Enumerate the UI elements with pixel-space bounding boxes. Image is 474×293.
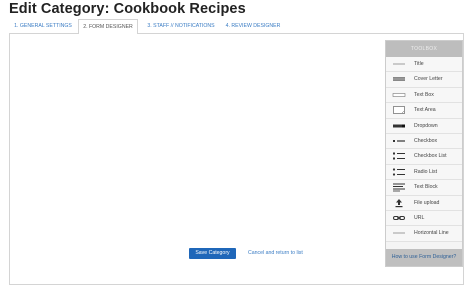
toolbox-item-label: Cover Letter — [414, 76, 443, 83]
toolbox-item-radio-list[interactable]: Radio List — [386, 164, 462, 181]
text-box-icon — [392, 92, 406, 97]
toolbox-item-label: File upload — [414, 199, 440, 206]
title-line-icon — [393, 63, 405, 65]
save-category-button[interactable]: Save Category — [189, 248, 236, 259]
tab-review-designer[interactable]: 4. REVIEW DESIGNER — [222, 20, 284, 33]
horizontal-line-icon — [393, 232, 405, 234]
text-block-icon — [393, 183, 405, 192]
cover-letter-icon — [393, 77, 405, 82]
toolbox-item-text-block[interactable]: Text Block — [386, 180, 462, 196]
form-designer-panel: Save Category Cancel and return to list … — [9, 33, 464, 285]
toolbox-item-label: Title — [414, 61, 424, 67]
toolbox-item-label: Horizontal Line — [414, 230, 449, 237]
toolbox-item-text-area[interactable]: Text Area — [386, 103, 462, 119]
toolbox-item-checkbox[interactable]: Checkbox — [386, 133, 462, 150]
form-canvas[interactable]: Save Category Cancel and return to list — [17, 41, 384, 277]
toolbox-item-label: Checkbox List — [414, 153, 447, 160]
toolbox-item-label: URL — [414, 214, 425, 221]
link-icon — [393, 215, 405, 220]
toolbox-item-horizontal-line[interactable]: Horizontal Line — [386, 226, 462, 242]
toolbox-item-checkbox-list[interactable]: Checkbox List — [386, 149, 462, 165]
form-designer-help-link[interactable]: How to use Form Designer? — [386, 249, 462, 266]
toolbox-item-label: Text Block — [414, 184, 438, 191]
toolbox-header: TOOLBOX — [386, 41, 462, 57]
tab-bar: 1. GENERAL SETTINGS 2. FORM DESIGNER 3. … — [9, 19, 465, 34]
tab-staff-notifications[interactable]: 3. STAFF // NOTIFICATIONS — [142, 20, 220, 33]
dropdown-icon — [393, 124, 405, 128]
toolbox-item-cover-letter[interactable]: Cover Letter — [386, 72, 462, 88]
toolbox-item-dropdown[interactable]: Dropdown — [386, 118, 462, 134]
cancel-link[interactable]: Cancel and return to list — [248, 248, 303, 259]
toolbox-item-file-upload[interactable]: File upload — [386, 195, 462, 211]
toolbox-item-title[interactable]: Title — [386, 57, 462, 73]
checkbox-list-icon — [393, 152, 405, 160]
toolbox-item-url[interactable]: URL — [386, 210, 462, 227]
tab-form-designer[interactable]: 2. FORM DESIGNER — [78, 19, 138, 34]
checkbox-icon — [393, 139, 405, 142]
toolbox-item-label: Dropdown — [414, 122, 438, 129]
page-title: Edit Category: Cookbook Recipes — [9, 1, 246, 17]
tab-general-settings[interactable]: 1. GENERAL SETTINGS — [9, 20, 77, 33]
toolbox-item-label: Radio List — [414, 168, 438, 175]
text-area-icon — [393, 106, 405, 115]
toolbox-item-label: Checkbox — [414, 137, 438, 144]
toolbox-item-text-box[interactable]: Text Box — [386, 87, 462, 104]
toolbox-item-label: Text Area — [414, 107, 436, 114]
toolbox-item-label: Text Box — [414, 91, 434, 98]
file-upload-icon — [395, 198, 403, 207]
radio-list-icon — [392, 168, 405, 176]
toolbox: TOOLBOX Title Cover Letter Text Box Text… — [385, 40, 463, 267]
